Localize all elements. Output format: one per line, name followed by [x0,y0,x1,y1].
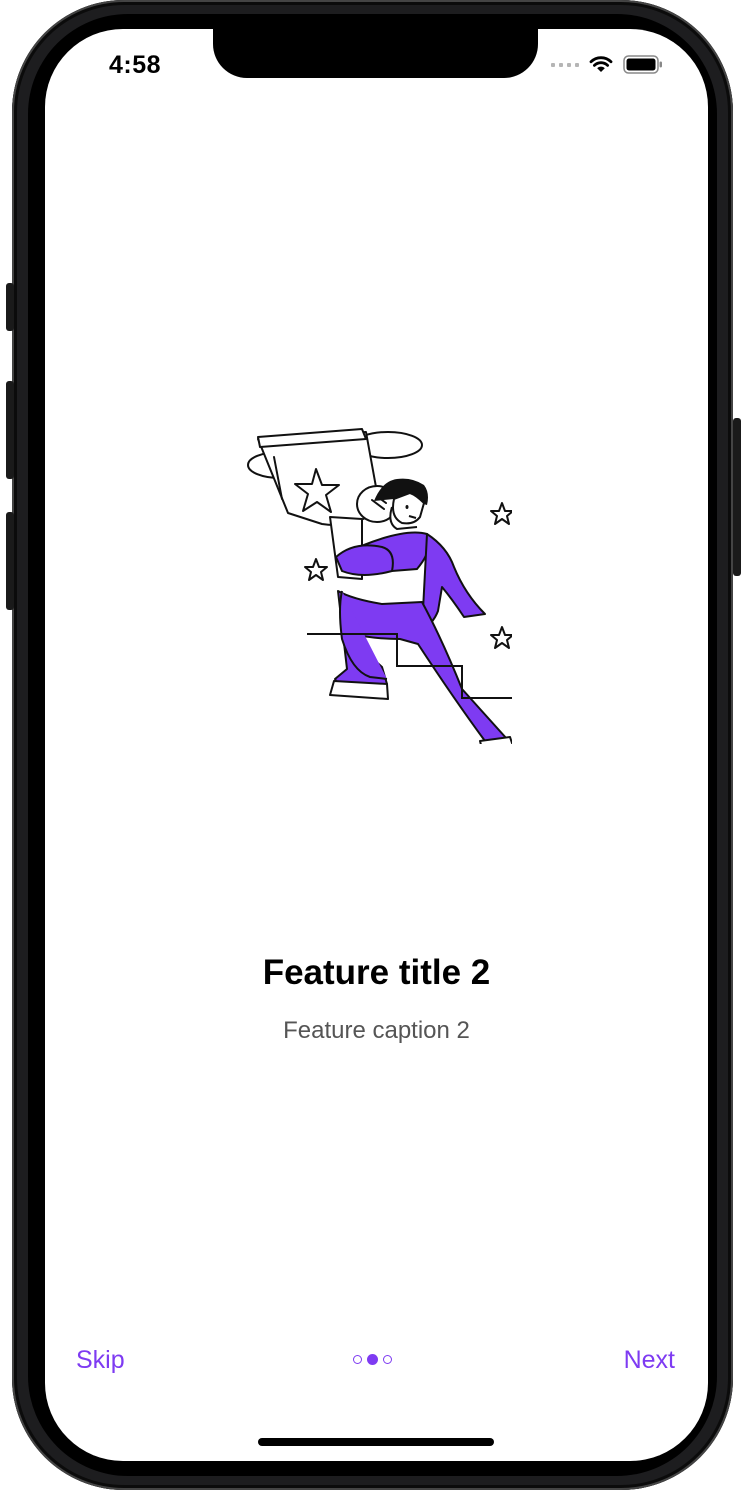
next-button[interactable]: Next [624,1346,675,1375]
page-dot-3[interactable] [383,1355,392,1364]
volume-up-button [6,381,14,479]
notch [213,29,538,78]
wifi-icon [589,56,613,72]
page-dot-2-active[interactable] [367,1354,378,1365]
power-button [733,418,741,576]
skip-button[interactable]: Skip [76,1346,125,1375]
status-icons [551,55,663,74]
cellular-signal-icon [551,62,579,67]
battery-icon [623,55,662,74]
page-indicator[interactable] [353,1354,392,1365]
volume-down-button [6,512,14,610]
page-dot-1[interactable] [353,1355,362,1364]
feature-caption: Feature caption 2 [283,1017,470,1044]
home-indicator[interactable] [258,1438,494,1446]
trophy-illustration [247,428,512,744]
silent-switch [6,283,14,331]
screen: 4:58 Feature title 2 Feature caption 2 S… [45,29,708,1461]
status-time: 4:58 [109,51,162,79]
feature-title: Feature title 2 [262,953,491,992]
